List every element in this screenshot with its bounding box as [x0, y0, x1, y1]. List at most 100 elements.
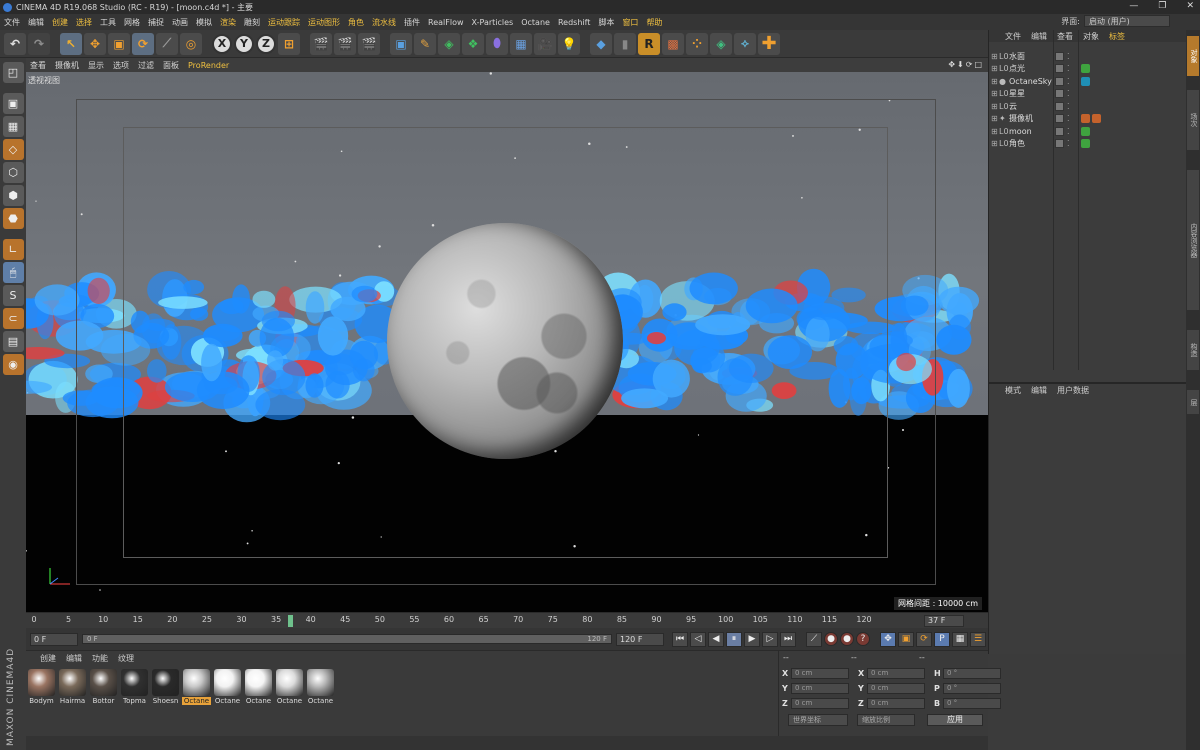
render-dots-icon[interactable]: ⁚	[1067, 52, 1070, 61]
object-tag-icon[interactable]	[1092, 114, 1101, 124]
expand-icon[interactable]: ⊞	[989, 89, 999, 98]
menu-item-octane[interactable]: Octane	[521, 18, 550, 27]
key-scale-icon[interactable]: ▣	[898, 631, 914, 647]
material-swatch[interactable]: Hairma	[58, 669, 87, 705]
menu-item-item-4[interactable]: 工具	[100, 17, 116, 28]
prev-key-icon[interactable]: ◁	[690, 631, 706, 647]
object-row[interactable]: ⊞ L0 星星 ⁚	[989, 88, 1186, 101]
coord-space-dropdown[interactable]: 世界坐标	[788, 714, 848, 726]
visibility-toggle-icon[interactable]	[1055, 126, 1064, 136]
material-swatch[interactable]: Topma	[120, 669, 149, 705]
subdivision-icon[interactable]: ◈	[438, 32, 460, 55]
realflow-icon[interactable]: ▮	[614, 32, 636, 55]
menu-item-item-2[interactable]: 创建	[52, 17, 68, 28]
object-tag-icon[interactable]	[1081, 139, 1090, 149]
attribute-menu-item-0[interactable]: 模式	[1005, 385, 1021, 396]
render-dots-icon[interactable]: ⁚	[1067, 127, 1070, 136]
goto-end-icon[interactable]: ⏭	[780, 631, 796, 647]
layout-dropdown[interactable]: 启动 (用户)	[1084, 15, 1170, 27]
edges-mode-icon[interactable]: ⬢	[2, 185, 24, 206]
deformer-icon[interactable]: ⬮	[486, 32, 508, 55]
expand-icon[interactable]: ⊞	[989, 102, 999, 111]
move-tool-icon[interactable]: ✥	[84, 32, 106, 55]
side-tab-item-3[interactable]: 构造	[1187, 330, 1199, 370]
material-swatch[interactable]: Octane	[306, 669, 335, 705]
viewport-menu-item-0[interactable]: 查看	[30, 60, 46, 71]
perspective-viewport[interactable]: 透视视图 网格间距 : 10000 cm	[26, 72, 988, 612]
coord-value-field[interactable]: 0 cm	[791, 698, 849, 709]
add-icon[interactable]: ✚	[758, 32, 780, 55]
viewport-menu-item-5[interactable]: 面板	[163, 60, 179, 71]
key-pla-icon[interactable]: ▦	[952, 631, 968, 647]
render-view-icon[interactable]: 🎬	[310, 32, 332, 55]
coord-value-field[interactable]: 0 cm	[791, 683, 849, 694]
coord-value-field[interactable]: 0 °	[943, 683, 1001, 694]
render-dots-icon[interactable]: ⁚	[1067, 102, 1070, 111]
menu-item-item-21[interactable]: 窗口	[622, 17, 638, 28]
magnet-icon[interactable]: ⊂	[2, 308, 24, 329]
material-swatch[interactable]: Octane	[213, 669, 242, 705]
help-key-icon[interactable]: ?	[856, 632, 870, 646]
grid-tool-icon[interactable]: ▩	[662, 32, 684, 55]
coord-value-field[interactable]: 0 °	[943, 668, 1001, 679]
material-swatch[interactable]: Shoesn	[151, 669, 180, 705]
material-swatch[interactable]: Bottor	[89, 669, 118, 705]
floor-icon[interactable]: ▦	[510, 32, 532, 55]
menu-item-item-3[interactable]: 选择	[76, 17, 92, 28]
viewport-menu-item-4[interactable]: 过滤	[138, 60, 154, 71]
y-axis-lock-icon[interactable]: Y	[234, 33, 254, 54]
current-frame-field[interactable]: 37 F	[924, 615, 964, 627]
material-menu-item-3[interactable]: 纹理	[118, 653, 134, 664]
expand-icon[interactable]: ⊞	[989, 114, 999, 123]
render-settings-icon[interactable]: 🎬	[358, 32, 380, 55]
object-row[interactable]: ⊞ L0 水面 ⁚	[989, 50, 1186, 63]
viewport-menu-prorender[interactable]: ProRender	[188, 61, 229, 70]
object-menu-item-1[interactable]: 编辑	[1031, 31, 1047, 42]
solo-icon[interactable]: ◉	[2, 354, 24, 375]
model-mode-icon[interactable]: ▣	[2, 93, 24, 114]
object-menu-item-2[interactable]: 查看	[1057, 31, 1073, 42]
last-tool-icon[interactable]: ⟋	[156, 32, 178, 55]
object-menu-item-4[interactable]: 标签	[1109, 31, 1125, 42]
apply-button[interactable]: 应用	[927, 714, 983, 726]
material-menu-item-1[interactable]: 编辑	[66, 653, 82, 664]
side-tab-item-2[interactable]: 内容浏览器	[1187, 170, 1199, 310]
object-row[interactable]: ⊞ L0 moon ⁚	[989, 125, 1186, 138]
points-mode-icon[interactable]: ⬡	[2, 162, 24, 183]
key-param-icon[interactable]: P	[934, 631, 950, 647]
menu-item-x-particles[interactable]: X-Particles	[472, 18, 514, 27]
menu-item-item-22[interactable]: 帮助	[646, 17, 662, 28]
object-row[interactable]: ⊞ L0 点光 ⁚	[989, 63, 1186, 76]
timeline-ruler[interactable]: 37 F 0 5 10 15 20 25 30 35 40 45 50 55 60 65 70 75 80 85 9…	[26, 612, 988, 628]
object-menu-item-3[interactable]: 对象	[1083, 31, 1099, 42]
octane-settings-icon[interactable]: ⟡	[734, 32, 756, 55]
menu-item-item-1[interactable]: 编辑	[28, 17, 44, 28]
cloner-icon[interactable]: ❖	[462, 32, 484, 55]
key-position-icon[interactable]: ✥	[880, 631, 896, 647]
expand-icon[interactable]: ⊞	[989, 77, 999, 86]
menu-item-item-11[interactable]: 运动跟踪	[268, 17, 300, 28]
undo-icon[interactable]: ↶	[4, 32, 26, 55]
maximize-button[interactable]: ❐	[1158, 1, 1166, 11]
pen-tool-icon[interactable]: ✎	[414, 32, 436, 55]
menu-item-item-6[interactable]: 捕捉	[148, 17, 164, 28]
xparticles-icon[interactable]: ◆	[590, 32, 612, 55]
expand-icon[interactable]: ⊞	[989, 139, 999, 148]
preview-range-slider[interactable]: 0 F 120 F	[82, 634, 612, 644]
moon-sphere[interactable]	[387, 223, 623, 459]
side-tab-item-1[interactable]: 场次	[1187, 90, 1199, 150]
material-menu-item-2[interactable]: 功能	[92, 653, 108, 664]
coord-scale-dropdown[interactable]: 缩放比例	[857, 714, 915, 726]
record-icon[interactable]: ●	[824, 632, 838, 646]
visibility-toggle-icon[interactable]	[1055, 114, 1064, 124]
rotate-tool-icon[interactable]: ⟳	[132, 32, 154, 55]
material-swatch[interactable]: Octane	[244, 669, 273, 705]
points-icon[interactable]: ⁘	[686, 32, 708, 55]
render-dots-icon[interactable]: ⁚	[1067, 77, 1070, 86]
coord-value-field[interactable]: 0 cm	[791, 668, 849, 679]
render-dots-icon[interactable]: ⁚	[1067, 89, 1070, 98]
play-pause-icon[interactable]: ⏸	[726, 631, 742, 647]
world-coords-icon[interactable]: ⊞	[278, 32, 300, 55]
expand-icon[interactable]: ⊞	[989, 127, 999, 136]
end-frame-field[interactable]: 120 F	[616, 632, 664, 646]
